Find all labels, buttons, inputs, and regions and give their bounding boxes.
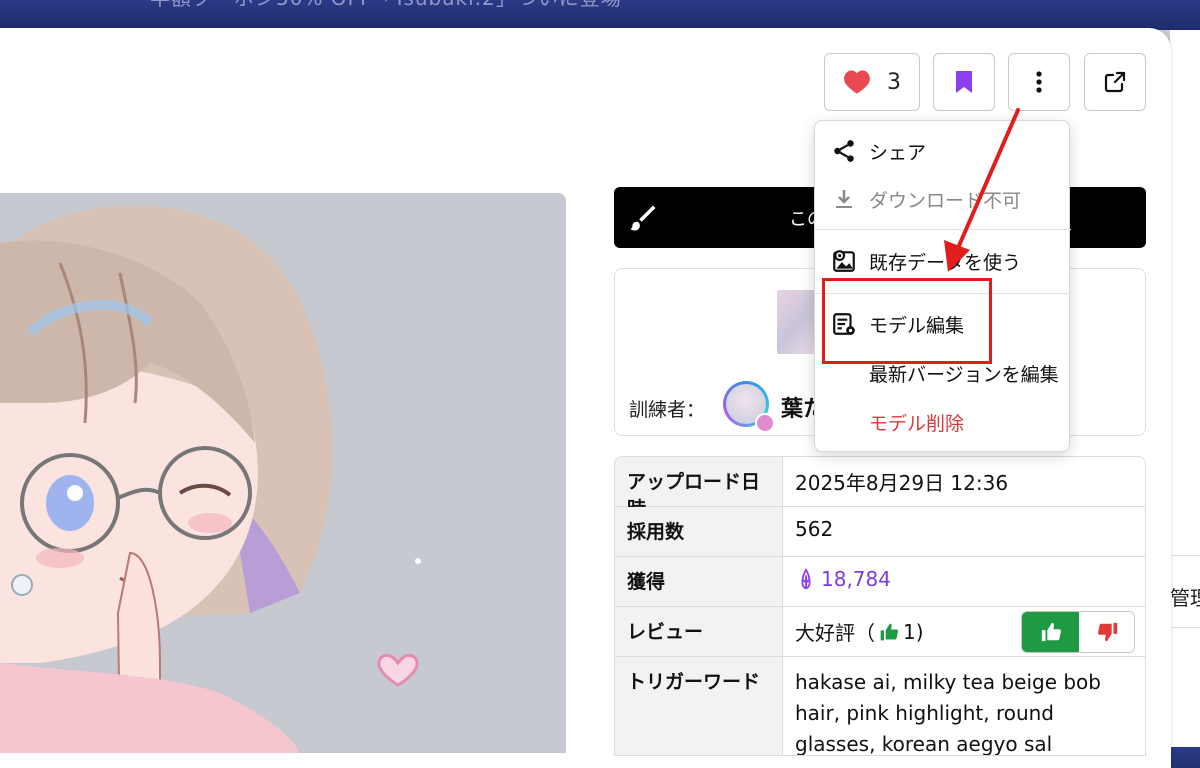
trigger-words[interactable]: hakase ai, milky tea beige bob hair, pin… (795, 667, 1135, 755)
trainer-label: 訓練者： (629, 399, 706, 421)
row-label: 獲得 (615, 557, 783, 606)
menu-item-download: ダウンロード不可 (815, 175, 1071, 223)
brush-icon (630, 205, 656, 231)
download-icon (831, 186, 857, 212)
promo-banner[interactable]: 半額クーポン50% OFF「Tsubaki.2」ついに登場 (0, 0, 1200, 30)
like-count: 3 (887, 69, 901, 95)
like-button[interactable]: 3 (824, 53, 920, 111)
row-value: 2025年8月29日 12:36 (795, 471, 1009, 495)
bookmark-icon (956, 71, 972, 93)
menu-item-delete-model[interactable]: モデル削除 (815, 398, 1071, 446)
table-row: 獲得 18,784 (615, 557, 1145, 607)
upvote-button[interactable] (1022, 612, 1079, 652)
review-summary: 大好評（ 1) (795, 617, 924, 646)
thumbs-up-icon (1041, 622, 1061, 642)
annotation-highlight-box (822, 278, 992, 364)
divider (1170, 555, 1200, 556)
menu-divider (815, 229, 1071, 230)
downvote-button[interactable] (1079, 612, 1134, 652)
divider (1170, 627, 1200, 628)
manage-label: 管理 (1170, 586, 1200, 610)
model-preview-image[interactable] (0, 193, 566, 753)
row-value: 562 (795, 517, 834, 541)
earned-value: 18,784 (795, 567, 891, 591)
row-label: アップロード日時 (615, 457, 783, 520)
thumbs-up-icon (880, 623, 899, 640)
avatar[interactable] (723, 381, 775, 433)
anime-girl-illustration (0, 193, 566, 753)
earned-amount: 18,784 (821, 567, 891, 591)
menu-item-label: ダウンロード不可 (869, 189, 1022, 212)
table-row: 採用数 562 (615, 507, 1145, 557)
image-reuse-icon (831, 248, 857, 274)
row-label: 採用数 (615, 507, 783, 556)
promo-text: 半額クーポン50% OFF「Tsubaki.2」ついに登場 (150, 0, 622, 11)
table-row: アップロード日時 2025年8月29日 12:36 (615, 457, 1145, 520)
heart-icon (844, 70, 870, 94)
crown-badge-icon (755, 413, 775, 433)
background-page-edge: 管理 (1170, 30, 1200, 747)
thumbs-down-icon (1097, 622, 1117, 642)
review-count: 1) (903, 619, 924, 644)
row-label: トリガーワード (615, 657, 783, 755)
more-vertical-icon (1036, 71, 1042, 93)
table-row: トリガーワード hakase ai, milky tea beige bob h… (615, 657, 1145, 755)
menu-item-label: シェア (869, 141, 927, 164)
table-row: レビュー 大好評（ 1) (615, 607, 1145, 657)
menu-item-label: モデル削除 (869, 412, 965, 435)
menu-item-label: 既存データを使う (869, 251, 1022, 274)
model-details-table: アップロード日時 2025年8月29日 12:36 採用数 562 獲得 18,… (614, 456, 1146, 756)
review-rating: 大好評（ (795, 621, 875, 645)
open-external-button[interactable] (1084, 53, 1146, 111)
external-link-icon (1104, 71, 1126, 93)
menu-item-share[interactable]: シェア (815, 127, 1071, 175)
bookmark-button[interactable] (933, 53, 995, 111)
review-vote-group (1021, 611, 1135, 653)
share-icon (831, 138, 857, 164)
feather-coin-icon (801, 568, 811, 590)
row-label: レビュー (615, 607, 783, 656)
more-options-button[interactable] (1008, 53, 1070, 111)
